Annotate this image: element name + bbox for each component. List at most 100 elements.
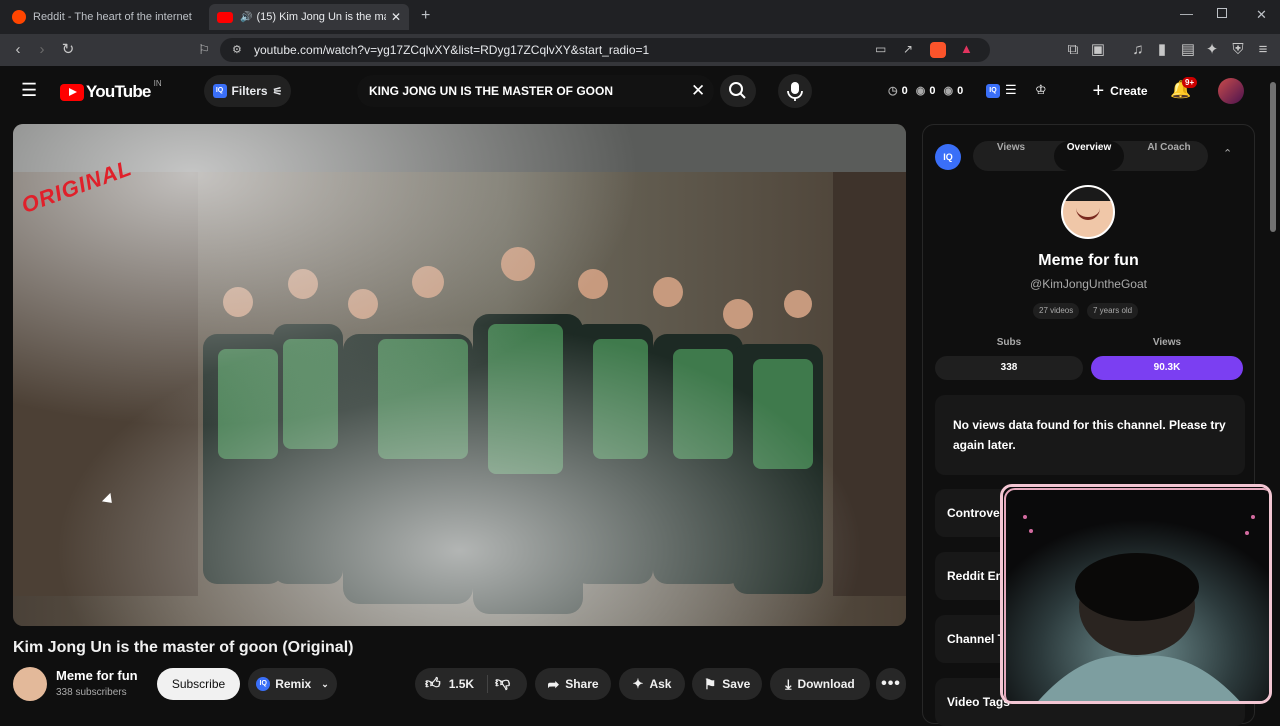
panel-handle: @KimJongUntheGoat (1030, 277, 1147, 291)
notifications-button[interactable]: 🔔 9+ (1170, 77, 1198, 100)
browser-tab-bar: Reddit - The heart of the internet 🔊 (15… (0, 0, 1280, 34)
vpn-icon[interactable]: ⛨ (1230, 42, 1246, 58)
hamburger-menu-icon[interactable]: ☰ (21, 81, 37, 99)
download-button[interactable]: ⤓ Download (770, 668, 870, 700)
clock-icon: ◷ (888, 85, 898, 97)
youtube-icon (217, 11, 233, 23)
ai-icon[interactable]: ✦ (1204, 42, 1220, 58)
site-settings-icon[interactable]: ⚙ (232, 43, 242, 56)
chevron-down-icon: ⌄ (321, 678, 329, 689)
bookmark-icon: ⚑ (703, 675, 717, 692)
tab-title: Reddit - The heart of the internet (33, 11, 192, 23)
ask-button[interactable]: ✦ Ask (619, 668, 685, 700)
url-box[interactable]: ⚙ youtube.com/watch?v=yg17ZCqlvXY&list=R… (220, 38, 990, 62)
videos-badge: 27 videos (1033, 303, 1080, 319)
list-icon[interactable]: ☰ (1005, 82, 1017, 98)
microphone-icon (787, 82, 803, 101)
brave-shield-icon[interactable] (930, 42, 946, 58)
minimize-icon[interactable]: — (1180, 6, 1193, 21)
notification-badge: 9+ (1182, 77, 1198, 88)
wallet-icon[interactable]: ▤ (1180, 42, 1196, 58)
iq-icon[interactable]: IQ (986, 84, 1000, 98)
remix-button[interactable]: IQ Remix ⌄ (248, 668, 337, 700)
reload-icon[interactable]: ↻ (60, 42, 76, 58)
more-actions-button[interactable]: ••• (876, 668, 906, 700)
age-badge: 7 years old (1087, 303, 1139, 319)
forward-icon[interactable]: › (34, 42, 50, 58)
dislike-icon[interactable]: 👎︎ (495, 674, 510, 692)
tab-reddit[interactable]: Reddit - The heart of the internet (4, 4, 204, 30)
search-input[interactable]: KING JONG UN IS THE MASTER OF GOON (369, 84, 613, 98)
search-box[interactable]: KING JONG UN IS THE MASTER OF GOON ✕ (357, 75, 714, 107)
youtube-header: ☰ YouTube IN IQ Filters ⚟ KING JONG UN I… (0, 66, 1280, 116)
iq-icon: IQ (212, 84, 227, 98)
views-label: Views (1152, 337, 1182, 348)
tab-views[interactable]: Views (981, 142, 1041, 153)
video-frame (13, 124, 906, 626)
close-icon[interactable]: ✕ (391, 10, 401, 24)
rewards-icon[interactable]: ▲ (960, 41, 973, 56)
page-scrollbar[interactable] (1270, 82, 1276, 232)
address-bar: ‹ › ↻ ⚐ ⚙ youtube.com/watch?v=yg17ZCqlvX… (0, 34, 1280, 66)
extensions-icon[interactable]: ⧉ (1065, 42, 1081, 58)
video-title: Kim Jong Un is the master of goon (Origi… (13, 639, 354, 656)
share-button[interactable]: ➦ Share (535, 668, 611, 700)
panel-channel-name: Meme for fun (1038, 252, 1139, 269)
bookmark-icon[interactable]: ⚐ (196, 42, 212, 58)
trophy-icon[interactable]: ♔ (1035, 82, 1047, 98)
like-count[interactable]: 1.5K (449, 677, 474, 691)
url-text[interactable]: youtube.com/watch?v=yg17ZCqlvXY&list=RDy… (254, 43, 649, 57)
youtube-wordmark: YouTube (86, 82, 151, 101)
tab-overview[interactable]: Overview (1054, 142, 1124, 153)
youtube-logo[interactable]: YouTube IN (60, 79, 162, 102)
stat-value: 0 (901, 84, 908, 97)
subs-label: Subs (996, 337, 1022, 348)
tab-ai-coach[interactable]: AI Coach (1136, 142, 1202, 153)
webcam-feed (1003, 487, 1269, 701)
stat-value: 0 (929, 84, 936, 97)
subscriber-count: 338 subscribers (56, 687, 127, 698)
no-data-message: No views data found for this channel. Pl… (935, 395, 1245, 475)
filters-label: Filters (231, 84, 268, 98)
channel-name[interactable]: Meme for fun (56, 668, 138, 683)
collapse-icon[interactable]: ⌃ (1223, 147, 1232, 160)
youtube-play-icon (60, 83, 84, 101)
sparkle-icon: ✦ (632, 676, 644, 691)
music-icon[interactable]: ♫ (1130, 42, 1146, 58)
eye-icon: ◉ (915, 85, 926, 97)
maximize-icon[interactable] (1217, 8, 1227, 18)
iq-icon: IQ (935, 144, 961, 170)
like-icon[interactable]: 👍︎ (425, 675, 441, 693)
sliders-icon: ⚟ (272, 85, 283, 98)
sidebar-icon[interactable]: ▮ (1154, 42, 1170, 58)
search-button[interactable] (720, 75, 756, 107)
extension-icon[interactable]: ▣ (1090, 42, 1106, 58)
create-button[interactable]: + Create (1080, 75, 1160, 107)
menu-icon[interactable]: ≡ (1255, 42, 1271, 58)
create-label: Create (1110, 84, 1148, 98)
back-icon[interactable]: ‹ (10, 42, 26, 58)
voice-search-button[interactable] (778, 74, 812, 108)
subs-value: 338 (935, 356, 1083, 380)
share-icon: ➦ (547, 675, 560, 692)
subscribe-button[interactable]: Subscribe (157, 668, 240, 700)
more-icon: ••• (881, 675, 901, 692)
share-page-icon[interactable]: ↗ (903, 42, 913, 56)
iq-icon: IQ (256, 677, 271, 691)
stat-value: 0 (957, 84, 964, 97)
video-player[interactable]: ORIGINAL (13, 124, 906, 626)
filters-button[interactable]: IQ Filters ⚟ (204, 75, 291, 107)
tab-youtube[interactable]: 🔊 (15) Kim Jong Un is the maste ✕ (209, 4, 409, 30)
download-label: Download (797, 677, 855, 691)
cast-icon[interactable]: ▭ (875, 42, 886, 56)
avatar[interactable] (1218, 78, 1244, 104)
region-code: IN (153, 79, 162, 88)
save-label: Save (722, 677, 751, 691)
close-window-icon[interactable]: ✕ (1256, 7, 1267, 23)
new-tab-button[interactable]: + (421, 7, 430, 25)
webcam-overlay (1000, 484, 1272, 704)
clear-search-icon[interactable]: ✕ (691, 81, 705, 101)
channel-avatar[interactable] (13, 667, 47, 701)
plus-icon: + (1092, 79, 1105, 102)
save-button[interactable]: ⚑ Save (692, 668, 762, 700)
